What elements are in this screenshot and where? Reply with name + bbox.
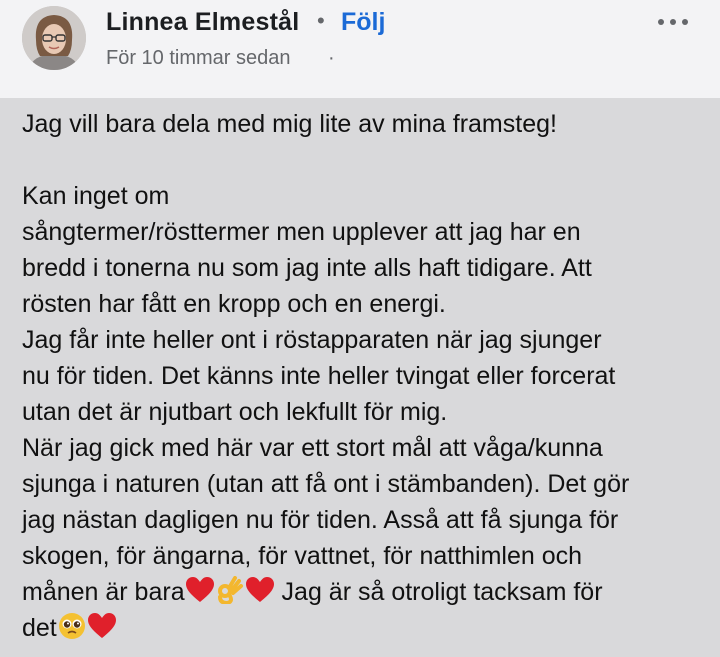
post-body: Jag vill bara dela med mig lite av mina …	[22, 106, 702, 646]
post-text-line: sjunga i naturen (utan att få ont i stäm…	[22, 470, 630, 498]
more-dot	[682, 19, 688, 25]
post-text-line: rösten har fått en kropp och en energi.	[22, 290, 446, 318]
post-text-fragment: Jag är så otroligt tacksam för	[274, 578, 603, 606]
post-text-line-15: det	[22, 610, 702, 646]
red-heart-icon	[245, 576, 275, 604]
more-options-button[interactable]	[655, 10, 691, 34]
post-text-line: Jag får inte heller ont i röstapparaten …	[22, 326, 602, 354]
avatar[interactable]	[22, 6, 86, 70]
profile-photo-icon	[22, 6, 86, 70]
post-text-line: skogen, för ängarna, för vattnet, för na…	[22, 542, 583, 570]
author-name[interactable]: Linnea Elmestål	[106, 8, 299, 37]
timestamp-separator: ·	[328, 47, 335, 69]
post-text-line: sångtermer/rösttermer men upplever att j…	[22, 218, 581, 246]
more-dot	[670, 19, 676, 25]
follow-button[interactable]: Följ	[341, 8, 385, 37]
ok-hand-icon	[215, 576, 245, 604]
post-text-line: utan det är njutbart och lekfullt för mi…	[22, 398, 448, 426]
post-header: Linnea Elmestål • Följ För 10 timmar sed…	[0, 0, 720, 98]
post-timestamp[interactable]: För 10 timmar sedan	[106, 47, 291, 70]
post-blank-line	[22, 142, 702, 178]
post-text-line: nu för tiden. Det känns inte heller tvin…	[22, 362, 616, 390]
post-text-line: bredd i tonerna nu som jag inte alls haf…	[22, 254, 592, 282]
post-text-line: Kan inget om	[22, 182, 170, 210]
post-text-line-14: månen är bara Jag är så otroligt tacksam…	[22, 574, 702, 610]
post-text-fragment: det	[22, 614, 57, 642]
post-text-line: Jag vill bara dela med mig lite av mina …	[22, 110, 557, 138]
more-horizontal-icon	[658, 19, 664, 25]
post-text-line: jag nästan dagligen nu för tiden. Asså a…	[22, 506, 619, 534]
header-separator: •	[317, 8, 325, 33]
red-heart-icon	[185, 576, 215, 604]
post-text-line: När jag gick med här var ett stort mål a…	[22, 434, 603, 462]
post-text-fragment: månen är bara	[22, 578, 185, 606]
pleading-face-icon	[57, 612, 87, 640]
red-heart-icon	[87, 612, 117, 640]
